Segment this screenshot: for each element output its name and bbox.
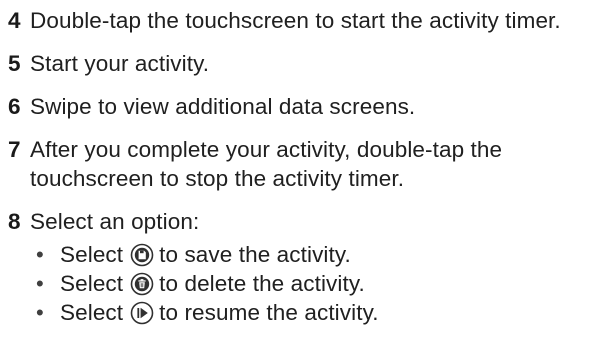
option-prefix: Select <box>60 271 124 296</box>
option-suffix: to save the activity. <box>159 242 351 267</box>
step-number: 5 <box>8 51 21 76</box>
bullet-dot: • <box>36 242 44 267</box>
option-prefix: Select <box>60 242 124 267</box>
option-resume: • Select to resume the activity. <box>30 298 603 327</box>
bullet-dot: • <box>36 300 44 325</box>
step-4: 4 Double-tap the touchscreen to start th… <box>8 6 603 35</box>
option-save: • Select to save the activity. <box>30 240 603 269</box>
step-content: Select an option: • Select to save the a… <box>30 207 603 327</box>
option-list: • Select to save the activity. • Select … <box>30 240 603 327</box>
option-suffix: to delete the activity. <box>159 271 365 296</box>
step-text: Double-tap the touchscreen to start the … <box>30 8 561 33</box>
step-7: 7 After you complete your activity, doub… <box>8 135 603 193</box>
step-6: 6 Swipe to view additional data screens. <box>8 92 603 121</box>
resume-icon <box>130 301 154 325</box>
step-text: Select an option: <box>30 209 200 234</box>
step-8: 8 Select an option: • Select to save the… <box>8 207 603 327</box>
step-text: Start your activity. <box>30 51 210 76</box>
step-number: 4 <box>8 8 21 33</box>
step-text: After you complete your activity, double… <box>30 137 503 191</box>
step-number: 8 <box>8 209 21 234</box>
step-5: 5 Start your activity. <box>8 49 603 78</box>
step-text: Swipe to view additional data screens. <box>30 94 416 119</box>
step-number: 6 <box>8 94 21 119</box>
option-delete: • Select to delete the activity. <box>30 269 603 298</box>
bullet-dot: • <box>36 271 44 296</box>
delete-icon <box>130 272 154 296</box>
instruction-steps: 4 Double-tap the touchscreen to start th… <box>8 6 603 327</box>
option-suffix: to resume the activity. <box>159 300 379 325</box>
option-prefix: Select <box>60 300 124 325</box>
step-number: 7 <box>8 137 21 162</box>
save-icon <box>130 243 154 267</box>
